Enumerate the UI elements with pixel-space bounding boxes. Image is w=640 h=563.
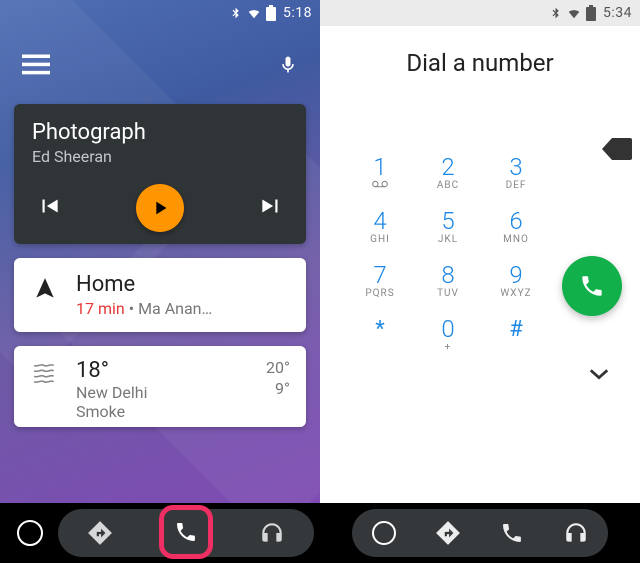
key-9[interactable]: 9WXYZ [482, 254, 550, 308]
voice-search-button[interactable] [278, 51, 298, 79]
battery-icon [586, 5, 596, 21]
status-clock: 5:18 [283, 5, 312, 21]
home-button[interactable] [6, 509, 54, 557]
media-title: Photograph [32, 120, 288, 145]
bluetooth-icon [549, 5, 562, 21]
status-bar-left: 5:18 [0, 0, 320, 26]
previous-track-button[interactable] [36, 193, 62, 223]
directions-tab[interactable] [423, 508, 473, 558]
key-4[interactable]: 4GHI [346, 200, 414, 254]
phone-tab-highlighted[interactable] [159, 505, 213, 559]
key-star[interactable]: * [346, 308, 414, 362]
weather-high: 20° [244, 358, 290, 377]
media-card[interactable]: Photograph Ed Sheeran [14, 104, 306, 244]
navigation-icon [30, 272, 60, 302]
collapse-keypad-button[interactable] [588, 366, 610, 385]
wifi-icon [245, 6, 263, 20]
navigation-subtitle: 17 min • Ma Anan… [76, 299, 290, 318]
bottom-nav-left [0, 503, 320, 563]
bottom-nav-right [320, 503, 640, 563]
battery-icon [266, 5, 276, 21]
wifi-icon [565, 6, 583, 20]
fog-icon [30, 358, 60, 384]
weather-condition: Smoke [76, 402, 228, 421]
key-8[interactable]: 8TUV [414, 254, 482, 308]
status-bar-right: 5:34 [320, 0, 640, 26]
key-5[interactable]: 5JKL [414, 200, 482, 254]
phone-tab[interactable] [487, 508, 537, 558]
key-1[interactable]: 1 [346, 146, 414, 200]
key-2[interactable]: 2ABC [414, 146, 482, 200]
weather-card[interactable]: 18° New Delhi Smoke 20° 9° [14, 346, 306, 427]
navigation-destination: Home [76, 272, 290, 297]
backspace-button[interactable] [602, 138, 632, 164]
navigation-card[interactable]: Home 17 min • Ma Anan… [14, 258, 306, 332]
headphones-tab[interactable] [551, 508, 601, 558]
weather-temp: 18° [76, 358, 109, 383]
key-6[interactable]: 6MNO [482, 200, 550, 254]
call-button[interactable] [562, 256, 622, 316]
key-7[interactable]: 7PQRS [346, 254, 414, 308]
headphones-tab[interactable] [247, 508, 297, 558]
key-hash[interactable]: # [482, 308, 550, 362]
key-3[interactable]: 3DEF [482, 146, 550, 200]
next-track-button[interactable] [258, 193, 284, 223]
keypad: 1 2ABC 3DEF 4GHI 5JKL 6MNO 7PQRS 8TUV 9W… [346, 146, 640, 362]
bluetooth-icon [229, 5, 242, 21]
home-button[interactable] [359, 508, 409, 558]
navigation-eta: 17 min [76, 299, 125, 318]
weather-low: 9° [244, 379, 290, 398]
directions-tab[interactable] [75, 508, 125, 558]
key-0[interactable]: 0+ [414, 308, 482, 362]
play-button[interactable] [136, 184, 184, 232]
status-clock: 5:34 [603, 5, 632, 21]
weather-location: New Delhi [76, 383, 228, 402]
navigation-address: Ma Anan… [138, 299, 212, 318]
media-artist: Ed Sheeran [32, 147, 288, 166]
voicemail-icon [372, 180, 388, 191]
menu-button[interactable] [22, 54, 50, 76]
dialer-title: Dial a number [320, 26, 640, 100]
